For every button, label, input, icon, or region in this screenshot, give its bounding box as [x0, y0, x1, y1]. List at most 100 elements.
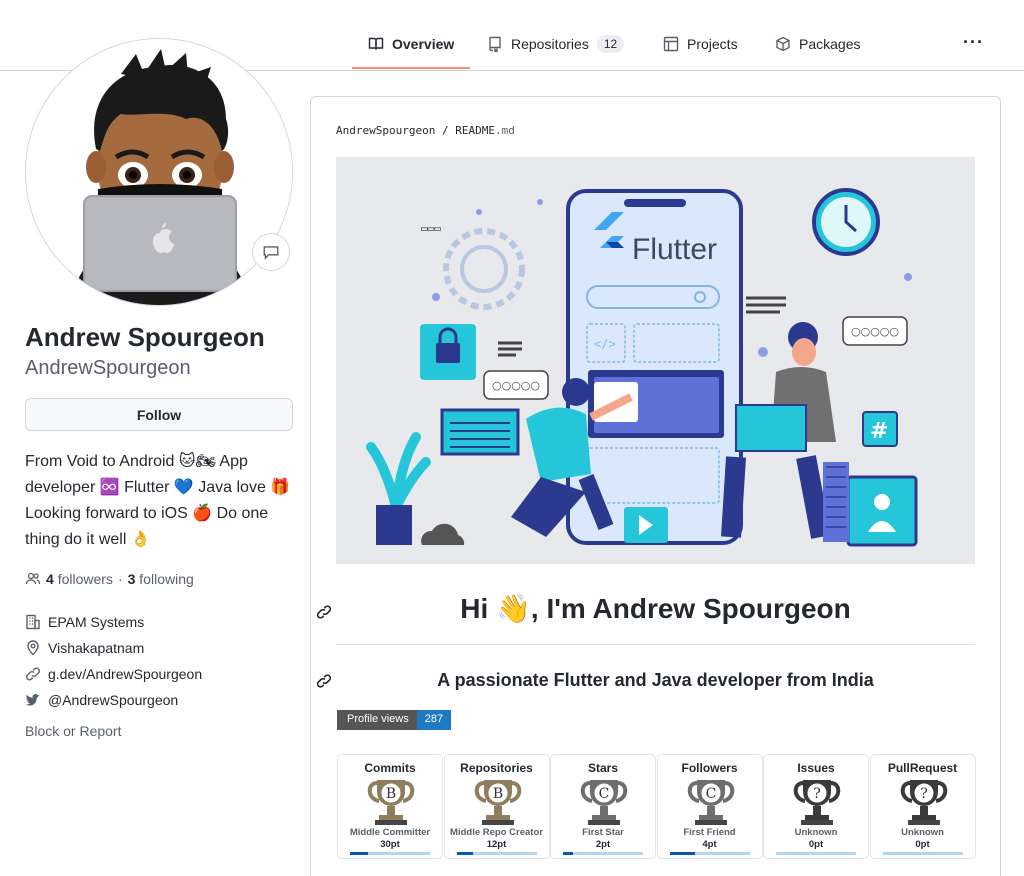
trophy-progress-fill [669, 852, 696, 855]
tab-repositories[interactable]: Repositories 12 [487, 30, 625, 58]
package-icon [776, 36, 790, 52]
profile-website: g.dev/AndrewSpourgeon [25, 666, 202, 682]
trophy-followers: Followers C First Friend 4pt [656, 754, 763, 859]
trophy-progress-bar [456, 852, 537, 855]
tab-label: Packages [799, 36, 861, 52]
selected-tab-indicator [352, 67, 470, 69]
readme-owner[interactable]: AndrewSpourgeon [336, 124, 435, 137]
trophy-rank-letter: C [599, 786, 610, 802]
trophy-progress-fill [350, 852, 368, 855]
flutter-banner-image: ▭▭▭ Flutter </> ○○○○○ ○○○○○ # [336, 157, 975, 564]
trophy-points: 2pt [595, 839, 611, 850]
readme-heading: Hi 👋, I'm Andrew Spourgeon [460, 593, 851, 624]
trophy-cup-icon: B [367, 780, 415, 825]
trophy-rank-letter: ? [813, 786, 821, 802]
trophy-progress-bar [882, 852, 963, 855]
followers-link[interactable]: 4 followers [46, 571, 113, 587]
profile-location: Vishakapatnam [25, 640, 144, 656]
organization-icon [26, 614, 40, 630]
tab-label: Overview [392, 36, 455, 52]
trophy-title: PullRequest [887, 761, 958, 775]
more-options-button[interactable]: ··· [963, 32, 984, 53]
follow-separator: · [117, 571, 123, 587]
svg-text:▭▭▭: ▭▭▭ [421, 222, 441, 235]
link-icon [316, 674, 332, 688]
people-icon [25, 572, 41, 585]
block-or-report-link[interactable]: Block or Report [25, 723, 121, 739]
flutter-illustration: ▭▭▭ Flutter </> ○○○○○ ○○○○○ # [336, 157, 975, 564]
profile-full-name: Andrew Spourgeon [25, 322, 265, 352]
readme-filename: README [455, 124, 495, 137]
trophy-title: Followers [681, 761, 738, 775]
readme-extension: .md [494, 124, 515, 137]
trophy-progress-fill [563, 852, 573, 855]
repositories-count-badge: 12 [596, 35, 625, 53]
twitter-icon [25, 694, 40, 706]
twitter-link[interactable]: @AndrewSpourgeon [48, 692, 178, 708]
tab-projects[interactable]: Projects [663, 30, 738, 58]
tab-packages[interactable]: Packages [775, 30, 860, 58]
link-icon [316, 605, 332, 619]
trophy-cup-icon: C [580, 780, 628, 825]
flutter-logo-text: Flutter [632, 233, 717, 266]
trophy-rank-name: First Friend [683, 827, 736, 838]
location-icon [27, 640, 39, 656]
subheading-anchor-link[interactable] [316, 673, 332, 689]
heading-anchor-link[interactable] [316, 604, 332, 620]
profile-views-label: Profile views [337, 710, 417, 730]
tab-overview[interactable]: Overview [368, 30, 454, 58]
trophy-rank-letter: C [705, 786, 716, 802]
trophy-title: Stars [587, 761, 619, 775]
trophy-rank-letter: B [386, 786, 396, 802]
repo-icon [489, 36, 501, 52]
trophy-points: 30pt [380, 839, 400, 850]
table-icon [663, 36, 679, 52]
profile-company: EPAM Systems [25, 614, 144, 630]
company-name: EPAM Systems [48, 614, 145, 630]
trophy-points: 4pt [702, 839, 717, 850]
trophy-rank-letter: B [492, 786, 502, 802]
trophy-progress-bar [776, 852, 856, 855]
profile-views-count: 287 [416, 710, 452, 730]
trophy-commits: Commits B Middle Committer 30pt [337, 754, 443, 859]
set-status-button[interactable] [252, 233, 290, 271]
trophy-points: 0pt [915, 839, 930, 850]
smiley-icon [263, 246, 279, 260]
trophy-progress-bar [563, 852, 643, 855]
trophy-cup-icon: ? [793, 780, 841, 825]
trophy-repositories: Repositories B Middle Repo Creator 12pt [443, 754, 550, 859]
github-trophies: Commits B Middle Committer 30pt Repositories… [337, 754, 976, 859]
trophy-rank-name: Unknown [901, 827, 944, 838]
trophy-points: 12pt [486, 839, 507, 850]
trophy-pullrequest: PullRequest? Unknown 0pt [869, 754, 976, 859]
trophy-title: Repositories [460, 761, 533, 775]
followers-label: followers [57, 571, 113, 587]
trophy-rank-name: Middle Repo Creator [450, 827, 543, 838]
profile-twitter: @AndrewSpourgeon [25, 692, 178, 708]
trophy-rank-name: Unknown [794, 827, 838, 838]
trophy-issues: Issues? Unknown 0pt [763, 754, 869, 859]
tab-label: Repositories [511, 36, 589, 52]
readme-subheading: A passionate Flutter and Java developer … [437, 670, 874, 690]
readme-path-separator: / [435, 124, 456, 137]
readme-path: AndrewSpourgeon / README.md [336, 124, 515, 137]
trophy-progress-bar [669, 852, 750, 855]
svg-text:○○○○○: ○○○○○ [492, 379, 540, 392]
follow-button[interactable]: Follow [25, 398, 293, 431]
trophy-title: Commits [364, 761, 416, 775]
trophy-progress-fill [456, 852, 473, 855]
svg-text:</>: </> [594, 337, 616, 351]
trophy-cup-icon: ? [900, 780, 947, 825]
tab-label: Projects [687, 36, 738, 52]
avatar[interactable] [25, 38, 293, 306]
book-icon [368, 37, 384, 50]
following-link[interactable]: 3 following [128, 571, 194, 587]
trophy-progress-bar [350, 852, 430, 855]
svg-text:#: # [870, 419, 888, 444]
memoji-avatar-image [26, 39, 292, 305]
followers-count: 4 [46, 571, 54, 587]
trophy-rank-letter: ? [920, 786, 928, 802]
trophy-rank-name: First Star [582, 827, 624, 838]
following-label: following [139, 571, 194, 587]
website-link[interactable]: g.dev/AndrewSpourgeon [48, 666, 202, 682]
